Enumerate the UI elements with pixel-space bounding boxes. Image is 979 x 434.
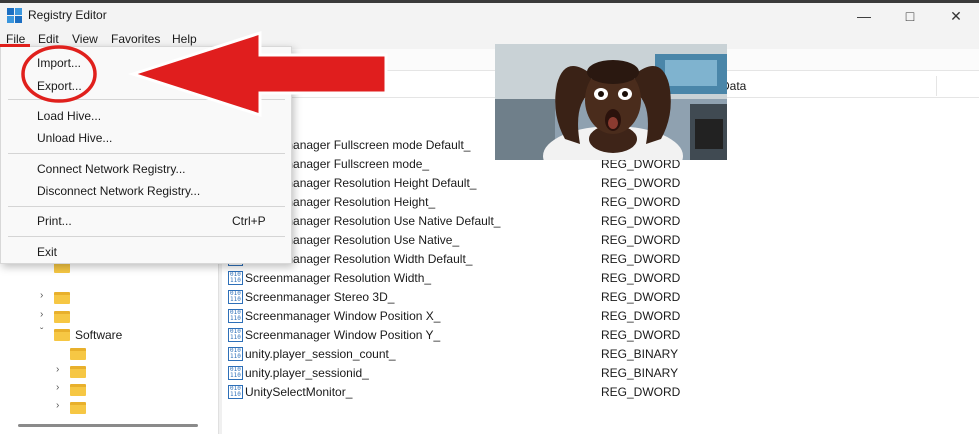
annotation-overlay — [21, 30, 388, 118]
red-circle-annotation — [21, 45, 97, 103]
shocked-man-photo — [495, 44, 727, 160]
red-arrow-annotation — [128, 30, 388, 118]
